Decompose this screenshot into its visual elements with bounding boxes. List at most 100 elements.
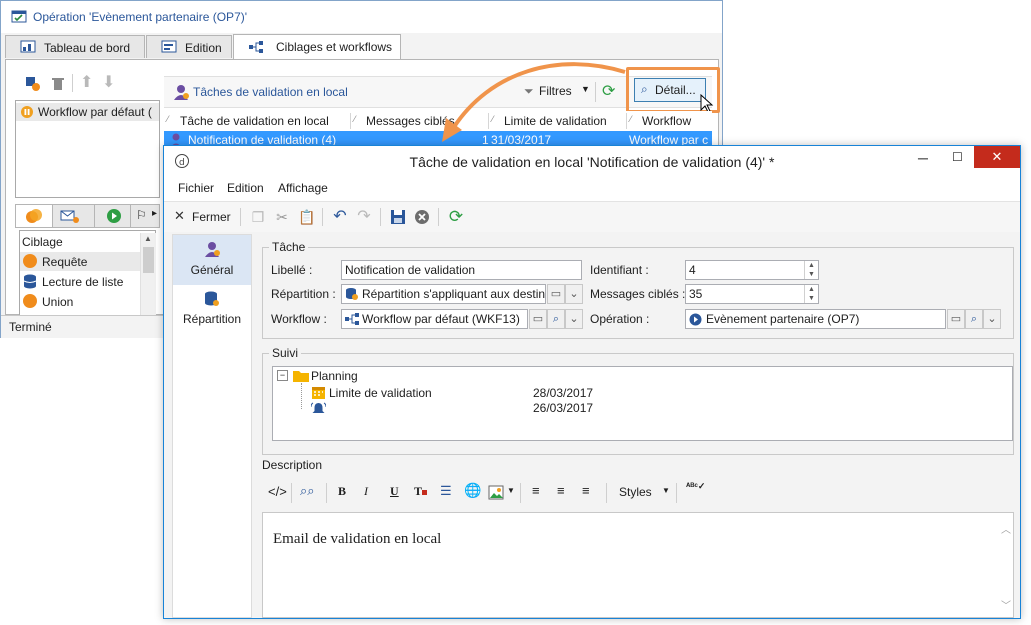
list-item[interactable]: Lecture de liste (20, 272, 140, 291)
undo-icon[interactable]: ↶ (332, 209, 348, 225)
redo-icon[interactable]: ↷ (356, 209, 372, 225)
open-folder-button[interactable]: ▭ (529, 309, 547, 329)
save-icon[interactable] (390, 209, 406, 225)
tab-targeting[interactable] (16, 205, 53, 227)
cut-icon[interactable]: ✂ (274, 209, 290, 225)
collapse-icon[interactable]: − (277, 370, 288, 381)
move-up-icon[interactable]: ⬆ (80, 72, 93, 92)
image-icon[interactable] (488, 485, 504, 500)
close-window-button[interactable]: ✕ (974, 146, 1020, 168)
add-workflow-icon[interactable] (24, 75, 40, 91)
tab-label: Edition (185, 41, 222, 55)
column-header[interactable]: Workflow (642, 114, 691, 128)
repartition-input[interactable]: Répartition s'appliquant aux destin (341, 284, 546, 304)
chevron-down-icon[interactable]: ▼ (507, 486, 515, 495)
operation-play-icon (689, 313, 702, 326)
detail-nav: Général Répartition (172, 234, 252, 618)
task-group-title: Tâche (269, 240, 309, 254)
scroll-thumb[interactable] (143, 247, 154, 273)
menu-fichier[interactable]: Fichier (178, 181, 214, 195)
underline-icon[interactable]: U (390, 484, 399, 499)
operation-input[interactable]: Evènement partenaire (OP7) (685, 309, 946, 329)
dropdown-button[interactable]: ⌄ (983, 309, 1001, 329)
column-header[interactable]: Tâche de validation en local (180, 114, 329, 128)
messages-input[interactable]: 35 ▲ ▼ (685, 284, 819, 304)
tab-tableau-de-bord[interactable]: Tableau de bord (5, 35, 145, 58)
close-button[interactable]: ✕ Fermer (172, 207, 232, 227)
tree-row-date: 26/03/2017 (533, 401, 594, 415)
delete-icon[interactable] (50, 75, 66, 91)
scroll-up-icon[interactable]: ▲ (144, 234, 152, 243)
workflow-value: Workflow par défaut (WKF13) (362, 312, 520, 326)
libelle-input[interactable]: Notification de validation (341, 260, 582, 280)
minimize-icon[interactable]: ─ (918, 150, 928, 166)
refresh-icon[interactable]: ⟳ (448, 208, 464, 225)
workflow-label: Workflow : (271, 312, 327, 326)
styles-dropdown[interactable]: Styles (619, 485, 652, 499)
link-globe-icon[interactable]: 🌐 (464, 482, 481, 499)
identifiant-value: 4 (689, 263, 696, 277)
italic-icon[interactable]: I (364, 484, 368, 499)
move-down-icon[interactable]: ⬇ (102, 72, 115, 92)
paste-icon[interactable]: 📋 (298, 209, 315, 225)
task-detail-title: Tâche de validation en local 'Notificati… (409, 154, 775, 170)
workflow-icon (345, 313, 359, 325)
description-editor[interactable]: Email de validation en local ︿ ﹀ (262, 512, 1014, 618)
open-folder-button[interactable]: ▭ (947, 309, 965, 329)
search-icon: ⌕ (970, 313, 978, 325)
detail-button[interactable]: ⌕ Détail... (634, 78, 706, 102)
find-binoculars-icon[interactable]: ⌕⌕ (300, 483, 315, 499)
open-folder-button[interactable]: ▭ (547, 284, 565, 304)
detail-button-label: Détail... (655, 83, 696, 97)
list-item[interactable]: Workflow par défaut ( (16, 103, 159, 121)
repartition-label: Répartition : (271, 287, 336, 301)
folder-icon: ▭ (550, 288, 562, 300)
activity-label: Requête (42, 255, 88, 269)
user-validation-icon (174, 85, 189, 100)
scrollbar[interactable]: ▲ (140, 233, 156, 317)
nav-general[interactable]: Général (173, 235, 251, 285)
cancel-icon[interactable] (414, 209, 430, 225)
identifiant-input[interactable]: 4 ▲ ▼ (685, 260, 819, 280)
main-toolbar: ✕ Fermer ❐ ✂ 📋 ↶ ↷ ⟳ (164, 201, 1020, 233)
delivery-icon[interactable] (60, 208, 80, 224)
stepper[interactable]: ▲ ▼ (804, 261, 818, 279)
dropdown-button[interactable]: ⌄ (565, 309, 583, 329)
chevron-right-icon[interactable]: ▸ (152, 208, 157, 219)
workflow-input[interactable]: Workflow par défaut (WKF13) (341, 309, 528, 329)
dropdown-button[interactable]: ⌄ (565, 284, 583, 304)
scroll-down-icon[interactable]: ﹀ (1001, 597, 1011, 612)
text-color-icon[interactable]: T (414, 484, 428, 499)
reminder-bell-icon (311, 402, 326, 413)
spellcheck-icon[interactable]: ᴬᴮᶜ✓ (686, 481, 705, 492)
nav-general-label: Général (190, 263, 234, 277)
menu-edition[interactable]: Edition (227, 181, 264, 195)
list-item[interactable]: Union (20, 292, 140, 311)
maximize-icon[interactable]: ☐ (952, 150, 963, 164)
copy-icon[interactable]: ❐ (250, 209, 266, 225)
align-left-icon[interactable]: ≡ (532, 483, 540, 498)
bold-icon[interactable]: B (338, 484, 346, 499)
align-center-icon[interactable]: ≡ (557, 483, 565, 498)
scroll-up-icon[interactable]: ︿ (1001, 521, 1011, 536)
close-icon: ✕ (174, 208, 185, 223)
bullet-list-icon[interactable]: ☰ (440, 483, 452, 499)
database-icon (346, 288, 358, 300)
list-item[interactable]: Requête (20, 252, 140, 271)
menu-affichage[interactable]: Affichage (278, 181, 328, 195)
source-code-icon[interactable]: </> (268, 484, 287, 499)
search-button[interactable]: ⌕ (547, 309, 565, 329)
operation-label: Opération : (590, 312, 650, 326)
more-tabs-icon[interactable]: ⚐ (136, 208, 147, 222)
tab-edition[interactable]: Edition (146, 35, 232, 58)
tab-ciblages-et-workflows[interactable]: Ciblages et workflows (233, 34, 401, 59)
suivi-group-title: Suivi (269, 346, 302, 360)
activity-tabs: ⚐ ▸ (15, 204, 160, 228)
nav-repartition[interactable]: Répartition (173, 287, 251, 331)
chevron-down-icon[interactable]: ▼ (662, 486, 670, 495)
play-icon[interactable] (106, 208, 122, 224)
search-button[interactable]: ⌕ (965, 309, 983, 329)
stepper[interactable]: ▲ ▼ (804, 285, 818, 303)
align-right-icon[interactable]: ≡ (582, 483, 590, 498)
editor-scrollbar[interactable]: ︿ ﹀ (998, 513, 1013, 617)
